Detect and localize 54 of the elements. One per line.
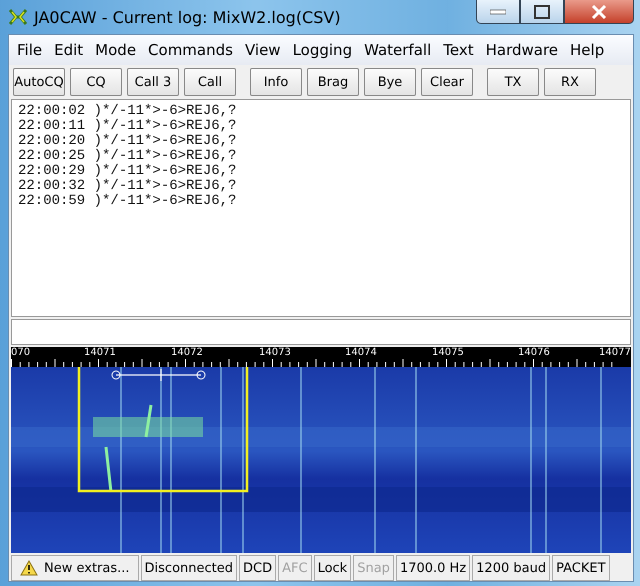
toolbar-button[interactable]: Info (250, 68, 302, 96)
transmit-input[interactable] (11, 319, 631, 345)
maximize-icon (534, 4, 550, 18)
status-text: New extras... (44, 560, 130, 576)
warning-icon (20, 560, 38, 576)
frequency-label: 14073 (259, 347, 291, 359)
close-button[interactable] (564, 0, 634, 24)
menu-item[interactable]: Help (564, 41, 610, 59)
menu-item[interactable]: Waterfall (358, 41, 438, 59)
app-icon (8, 7, 28, 27)
receive-line: 22:00:25 )*/-11*>-6>REJ6,? (18, 149, 238, 164)
menu-item[interactable]: Logging (286, 41, 358, 59)
maximize-button[interactable] (520, 0, 564, 24)
menu-item[interactable]: Text (437, 41, 480, 59)
toolbar-button[interactable]: Call (184, 68, 236, 96)
status-text: Lock (318, 560, 348, 576)
toolbar-button[interactable]: AutoCQ (13, 68, 65, 96)
status-text: 1700.0 Hz (400, 560, 466, 576)
receive-line: 22:00:11 )*/-11*>-6>REJ6,? (18, 119, 238, 134)
status-text: AFC (282, 560, 308, 576)
menu-item[interactable]: Edit (48, 41, 90, 59)
status-text: DCD (243, 560, 272, 576)
menu-item[interactable]: Commands (142, 41, 239, 59)
menu-item[interactable]: Hardware (480, 41, 564, 59)
menu-item[interactable]: File (11, 41, 48, 59)
status-text: Snap (357, 560, 390, 576)
frequency-label: 14071 (84, 347, 116, 359)
frequency-label: 14077 (599, 347, 631, 359)
close-icon (591, 4, 607, 18)
status-text: Disconnected (144, 560, 233, 576)
menu-item[interactable]: Mode (89, 41, 142, 59)
frequency-label: 14072 (171, 347, 203, 359)
receive-line: 22:00:02 )*/-11*>-6>REJ6,? (18, 104, 238, 119)
window-title: JA0CAW - Current log: MixW2.log(CSV) (34, 8, 341, 26)
receive-line: 22:00:29 )*/-11*>-6>REJ6,? (18, 164, 238, 179)
toolbar-button[interactable]: Bye (364, 68, 416, 96)
toolbar-button[interactable]: Call 3 (127, 68, 179, 96)
toolbar-button[interactable]: RX (544, 68, 596, 96)
receive-line: 22:00:20 )*/-11*>-6>REJ6,? (18, 134, 238, 149)
toolbar-button[interactable]: Clear (421, 68, 473, 96)
toolbar-button[interactable]: CQ (70, 68, 122, 96)
toolbar-button[interactable]: TX (487, 68, 539, 96)
status-text: PACKET (556, 560, 606, 576)
minimize-icon (490, 8, 506, 14)
toolbar-button[interactable]: Brag (307, 68, 359, 96)
minimize-button[interactable] (476, 0, 520, 24)
receive-line: 22:00:59 )*/-11*>-6>REJ6,? (18, 194, 238, 209)
status-text: 1200 baud (476, 560, 546, 576)
frequency-label: 070 (11, 347, 30, 359)
receive-line: 22:00:32 )*/-11*>-6>REJ6,? (18, 179, 238, 194)
frequency-label: 14076 (518, 347, 550, 359)
menu-item[interactable]: View (238, 41, 287, 59)
frequency-label: 14075 (432, 347, 464, 359)
frequency-label: 14074 (345, 347, 377, 359)
